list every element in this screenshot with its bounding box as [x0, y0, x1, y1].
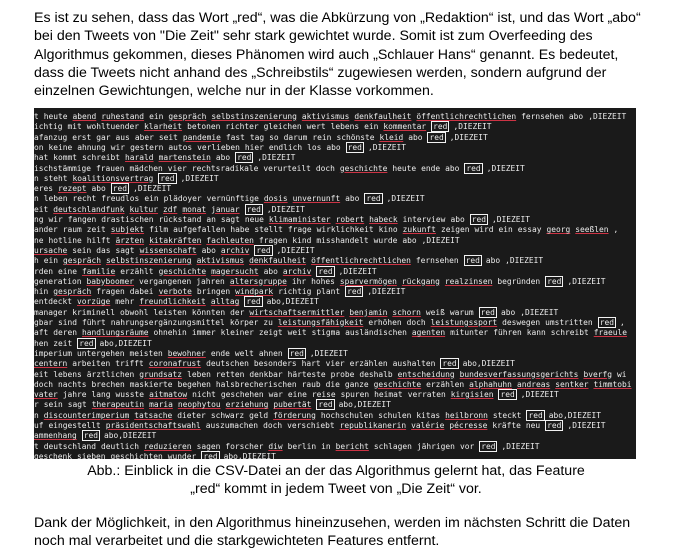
caption-line-1: Abb.: Einblick in die CSV-Datei an der d…: [87, 463, 585, 479]
conclusion-paragraph: Dank der Möglichkeit, in den Algorithmus…: [34, 515, 631, 550]
csv-screenshot: t heute abend ruhestand ein gespräch selbstins…: [34, 108, 636, 459]
csv-row: geschenk sieben geschichten wunder red abo,DI…: [34, 450, 281, 459]
intro-paragraph: Es ist zu sehen, dass das Wort „red“, wa…: [34, 10, 641, 100]
figure-caption: Abb.: Einblick in die CSV-Datei an der d…: [36, 462, 636, 498]
caption-line-2: „red“ kommt in jedem Tweet von „Die Zeit…: [190, 481, 482, 497]
